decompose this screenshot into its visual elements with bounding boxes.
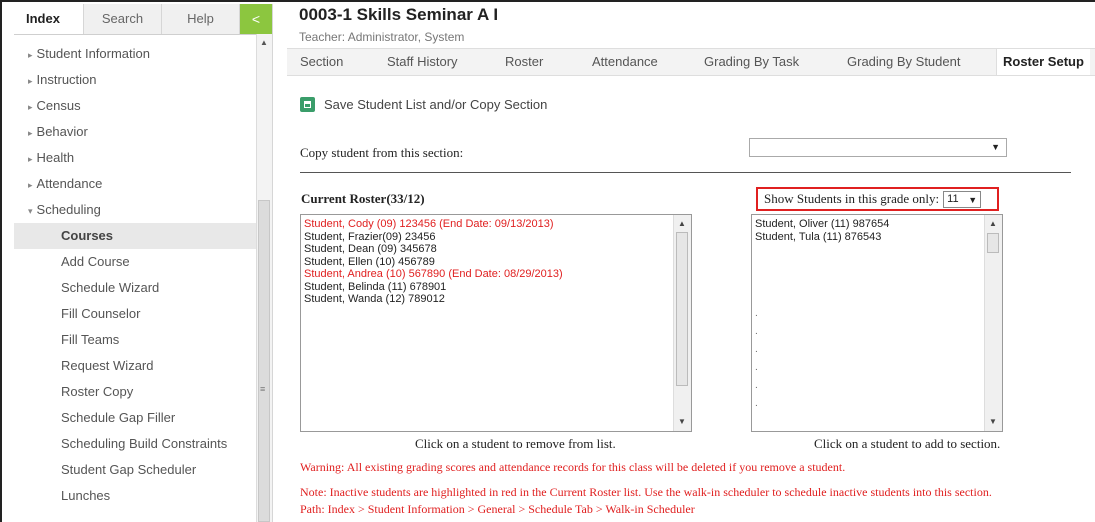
expand-arrow-icon: ▸ [28,76,33,86]
current-roster-title: Current Roster(33/12) [301,191,425,206]
roster-student-row[interactable]: Student, Cody (09) 123456 (End Date: 09/… [304,218,688,231]
tab-attendance[interactable]: Attendance [592,49,658,75]
roster-student-row[interactable]: Student, Ellen (10) 456789 [304,256,688,269]
sidebar-tabs: Index Search Help < [14,4,272,35]
roster-student-row[interactable]: Student, Wanda (12) 789012 [304,293,688,306]
tab-roster[interactable]: Roster [505,49,543,75]
roster-student-row[interactable]: Student, Frazier(09) 23456 [304,231,688,244]
divider [300,172,1071,173]
chevron-down-icon: ▼ [968,194,978,205]
sidebar-item-attendance[interactable]: ▸ Attendance [14,171,272,197]
sidebar-subitem-student-gap-scheduler[interactable]: Student Gap Scheduler [14,457,272,483]
scroll-up-arrow-icon[interactable]: ▲ [260,38,268,47]
sidebar-item-scheduling[interactable]: ▾ Scheduling [14,197,272,223]
main-content: 0003-1 Skills Seminar A I Teacher: Admin… [287,4,1095,522]
section-tab-bar: Section Staff History Roster Attendance … [287,48,1095,76]
warning-text: Warning: All existing grading scores and… [300,460,846,474]
expand-arrow-icon: ▸ [28,180,33,190]
roster-scrollbar[interactable]: ▲ ▼ [673,215,691,431]
scroll-down-arrow-icon[interactable]: ▼ [678,416,686,429]
save-icon [300,97,315,112]
grade-select[interactable]: 11 ▼ [943,190,982,208]
teacher-label: Teacher: Administrator, System [299,30,465,44]
tab-roster-setup[interactable]: Roster Setup [996,49,1090,75]
collapse-sidebar-button[interactable]: < [240,4,272,34]
available-students-list[interactable]: Student, Oliver (11) 987654 Student, Tula… [751,214,1003,432]
sidebar-subitem-courses[interactable]: Courses [14,223,272,249]
tab-grading-by-student[interactable]: Grading By Student [847,49,960,75]
expand-arrow-icon: ▸ [28,102,33,112]
page-title: 0003-1 Skills Seminar A I [299,5,499,24]
grade-filter: Show Students in this grade only: 11 ▼ [756,187,999,211]
sidebar-item-behavior[interactable]: ▸ Behavior [14,119,272,145]
roster-student-row[interactable]: Student, Dean (09) 345678 [304,243,688,256]
scroll-up-arrow-icon[interactable]: ▲ [678,218,686,231]
expand-arrow-icon: ▸ [28,50,33,60]
tab-grading-by-task[interactable]: Grading By Task [704,49,799,75]
available-rows: Student, Oliver (11) 987654 Student, Tula… [752,215,1002,246]
sidebar-subitem-fill-teams[interactable]: Fill Teams [14,327,272,353]
add-caption: Click on a student to add to section. [814,436,1001,451]
sidebar-subitem-schedule-wizard[interactable]: Schedule Wizard [14,275,272,301]
tab-help[interactable]: Help [162,4,240,34]
sidebar-subitem-schedule-gap-filler[interactable]: Schedule Gap Filler [14,405,272,431]
sidebar-nav: ▸ Student Information ▸ Instruction ▸ Censu… [14,35,272,521]
sidebar-item-instruction[interactable]: ▸ Instruction [14,67,272,93]
sidebar-scrollbar[interactable]: ▲ ≡ [256,34,272,522]
available-student-row[interactable]: Student, Oliver (11) 987654 [755,218,999,231]
path-text: Path: Index > Student Information > Gene… [300,502,695,516]
sidebar-item-census[interactable]: ▸ Census [14,93,272,119]
sidebar-subitem-request-wizard[interactable]: Request Wizard [14,353,272,379]
sidebar-subitem-roster-copy[interactable]: Roster Copy [14,379,272,405]
sidebar-subitem-lunches[interactable]: Lunches [14,483,272,509]
sidebar: Index Search Help < ▸ Student Information… [14,4,273,522]
tab-search[interactable]: Search [84,4,162,34]
copy-section-label: Copy student from this section: [300,145,464,160]
available-scroll-thumb[interactable] [987,233,999,253]
current-roster-list[interactable]: Student, Cody (09) 123456 (End Date: 09/… [300,214,692,432]
save-button[interactable]: Save Student List and/or Copy Section [300,97,547,112]
sidebar-item-student-information[interactable]: ▸ Student Information [14,41,272,67]
scroll-down-arrow-icon[interactable]: ▼ [989,416,997,429]
sidebar-subitem-fill-counselor[interactable]: Fill Counselor [14,301,272,327]
sidebar-subitem-scheduling-build-constraints[interactable]: Scheduling Build Constraints [14,431,272,457]
available-student-row[interactable]: Student, Tula (11) 876543 [755,231,999,244]
expand-arrow-icon: ▸ [28,154,33,164]
collapse-arrow-icon: ▾ [28,206,33,216]
tab-section[interactable]: Section [300,49,343,75]
tab-index[interactable]: Index [14,4,84,34]
remove-caption: Click on a student to remove from list. [415,436,616,451]
expand-arrow-icon: ▸ [28,128,33,138]
grade-select-value: 11 [947,192,959,205]
grade-filter-label: Show Students in this grade only: [764,191,940,206]
tab-staff-history[interactable]: Staff History [387,49,458,75]
available-scrollbar[interactable]: ▲ ▼ [984,215,1002,431]
chevron-down-icon: ▼ [991,142,1000,152]
copy-section-select[interactable]: ▼ [749,138,1007,157]
roster-student-row[interactable]: Student, Andrea (10) 567890 (End Date: 0… [304,268,688,281]
roster-rows: Student, Cody (09) 123456 (End Date: 09/… [301,215,691,309]
sidebar-scroll-thumb[interactable] [258,200,270,522]
roster-scroll-thumb[interactable] [676,232,688,386]
sidebar-subitem-add-course[interactable]: Add Course [14,249,272,275]
scroll-up-arrow-icon[interactable]: ▲ [989,218,997,231]
list-placeholder-dots: ...... [755,308,758,409]
roster-student-row[interactable]: Student, Belinda (11) 678901 [304,281,688,294]
sidebar-item-health[interactable]: ▸ Health [14,145,272,171]
grip-icon: ≡ [260,384,266,394]
inactive-note-text: Note: Inactive students are highlighted … [300,485,992,499]
save-button-label: Save Student List and/or Copy Section [324,97,548,112]
